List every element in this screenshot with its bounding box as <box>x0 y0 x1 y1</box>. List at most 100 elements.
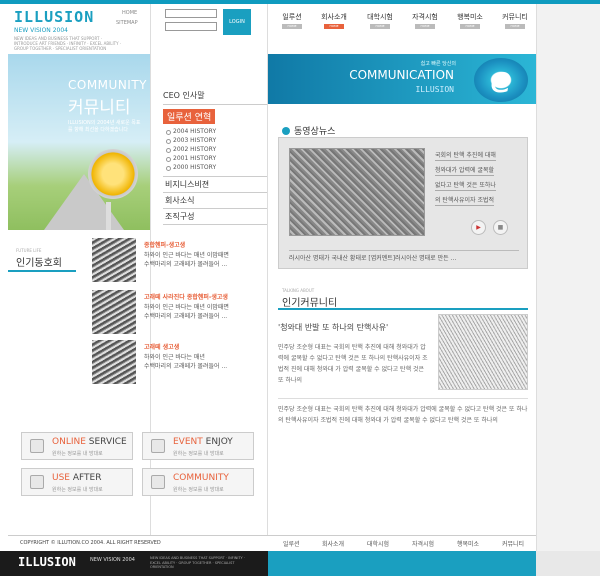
footer-menu-item[interactable]: 행복미소 <box>457 539 479 548</box>
footer-bar-accent <box>268 551 536 576</box>
menu-item-university-exam[interactable]: 대학시험 HOME <box>360 12 400 29</box>
quick-title-a: EVENT <box>173 437 203 447</box>
footer-menu-item[interactable]: 일루션 <box>283 539 300 548</box>
club-summary: 하와이 인근 바다는 매년 이맘때면 수백마리의 고래떼가 몰려들어 ... <box>144 251 264 269</box>
submenu-organization[interactable]: 조직구성 <box>163 208 267 225</box>
club-item[interactable]: 고래떼 사라진다 종합헨퍼-생고생 하와이 인근 바다는 매년 이맘때면 수백마… <box>92 290 262 336</box>
video-news-title: 동영상뉴스 <box>294 127 336 137</box>
bullet-icon <box>282 126 290 135</box>
menu-item-community[interactable]: 커뮤니티 HOME <box>495 12 535 29</box>
menu-label: 회사소개 <box>321 13 347 21</box>
quick-title-b: SERVICE <box>88 437 127 447</box>
footer-menu-item[interactable]: 커뮤니티 <box>502 539 524 548</box>
club-thumbnail <box>92 290 136 334</box>
menu-label: 행복미소 <box>457 13 483 21</box>
history-item[interactable]: 2003 HISTORY <box>163 136 267 145</box>
stop-button[interactable]: ■ <box>493 220 508 235</box>
club-summary-line: 하와이 인근 바다는 매년 이맘때면 <box>144 252 229 259</box>
club-category: 고래떼 사라진다 종합헨퍼-생고생 <box>144 294 228 301</box>
quick-subtitle: 원하는 정보를 내 방대로 <box>52 487 103 493</box>
monitor-icon <box>30 439 44 453</box>
internet-explorer-icon <box>151 475 165 489</box>
news-headline[interactable]: 청와대가 압력에 굴복할 <box>435 165 495 176</box>
menu-item-happy-smile[interactable]: 행복미소 HOME <box>450 12 490 29</box>
club-thumbnail <box>92 238 136 282</box>
menu-label: 일루션 <box>282 13 302 21</box>
menu-item-company[interactable]: 회사소개 HOME <box>314 12 354 29</box>
sitemap-link[interactable]: SITEMAP <box>116 20 138 26</box>
banner-subtitle: 쉽고 빠른 당신의 <box>420 61 456 67</box>
footer-menu-item[interactable]: 회사소개 <box>322 539 344 548</box>
footer-logo-subtitle: NEW VISION 2004 <box>90 557 135 563</box>
community-button[interactable]: COMMUNITY 원하는 정보를 내 방대로 <box>142 468 254 496</box>
quick-title-a: ONLINE <box>52 437 86 447</box>
news-headline[interactable]: 의 탄핵사유이자 조법적 <box>435 195 495 206</box>
quick-subtitle: 원하는 정보를 내 방대로 <box>52 451 103 457</box>
logo-subtitle: NEW VISION 2004 <box>14 27 68 34</box>
right-side-strip <box>536 4 600 551</box>
menu-label: 대학시험 <box>367 13 393 21</box>
news-line-text: 없다고 탄핵 것은 또하나 <box>435 182 496 191</box>
footer-divider <box>8 535 536 536</box>
club-item[interactable]: 고래떼 생고생 하와이 인근 바다는 매년 수백마리의 고래떼가 몰려들어 ..… <box>92 340 262 386</box>
popular-club-title: 인기동호회 <box>16 258 62 269</box>
footer-menu-item[interactable]: 대학시험 <box>367 539 389 548</box>
banner-logo: ILLUSION <box>415 85 454 94</box>
communication-banner[interactable]: 쉽고 빠른 당신의 COMMUNICATION ILLUSION e <box>268 54 536 104</box>
menu-badge: HOME <box>415 24 435 29</box>
submenu-ceo[interactable]: CEO 인사말 <box>163 88 267 105</box>
menu-item-license-exam[interactable]: 자격시험 HOME <box>405 12 445 29</box>
history-item[interactable]: 2004 HISTORY <box>163 127 267 136</box>
history-item[interactable]: 2001 HISTORY <box>163 154 267 163</box>
news-headline[interactable]: 국회의 탄핵 추진에 대해 <box>435 150 496 161</box>
play-button[interactable]: ▶ <box>471 220 486 235</box>
community-post-body: 민주당 조순형 대표는 국회의 탄핵 추진에 대해 청와대가 압력에 굴복할 수… <box>278 344 428 384</box>
club-summary-line: 하와이 인근 바다는 매년 이맘때면 <box>144 304 229 311</box>
history-item[interactable]: 2000 HISTORY <box>163 163 267 172</box>
copyright: COPYRIGHT © ILLUTION.CO 2004. ALL RIGHT … <box>20 540 161 546</box>
menu-badge: HOME <box>505 24 525 29</box>
submenu-company-news[interactable]: 회사소식 <box>163 192 267 208</box>
news-caption[interactable]: 러시아산 명태가 국내산 황태로 [엽커멘트]러시아산 명태로 만든 ... <box>289 250 519 262</box>
sign-graphic <box>88 149 138 199</box>
login-form <box>165 9 217 35</box>
club-summary-line: 수백마리의 고래떼가 몰려들어 ... <box>144 313 228 320</box>
footer-bar-end <box>536 551 600 576</box>
submenu-business-vision[interactable]: 비지니스비젼 <box>163 176 267 192</box>
community-post-headline[interactable]: '청와대 반발 또 하나의 탄핵사유' <box>278 322 388 333</box>
use-after-button[interactable]: USE AFTER 원하는 정보를 내 방대로 <box>21 468 133 496</box>
quick-subtitle: 원하는 정보를 내 방대로 <box>173 487 224 493</box>
news-video-thumbnail[interactable] <box>289 148 425 236</box>
title-underline <box>8 270 76 272</box>
quick-title-a: COMMUNITY <box>173 473 229 483</box>
menu-badge: HOME <box>460 24 480 29</box>
video-news-box: 국회의 탄핵 추진에 대해 청와대가 압력에 굴복할 없다고 탄핵 것은 또하나… <box>278 137 528 269</box>
id-input[interactable] <box>165 9 217 18</box>
menu-item-illusion[interactable]: 일루션 HOME <box>272 12 312 29</box>
footer-tagline: NEW IDEAS AND BUSINESS THAT SUPPORT · IN… <box>150 556 245 569</box>
news-line-text: 국회의 탄핵 추진에 대해 <box>435 152 496 161</box>
history-item[interactable]: 2002 HISTORY <box>163 145 267 154</box>
password-input[interactable] <box>165 22 217 31</box>
community-post-image[interactable] <box>438 314 528 390</box>
event-enjoy-button[interactable]: EVENT ENJOY 원하는 정보를 내 방대로 <box>142 432 254 460</box>
footer-logo: ILLUSION <box>18 555 76 569</box>
home-link[interactable]: HOME <box>122 10 137 16</box>
club-item[interactable]: 종합헨퍼-생고생 하와이 인근 바다는 매년 이맘때면 수백마리의 고래떼가 몰… <box>92 238 262 284</box>
login-button[interactable]: LOGIN <box>223 9 251 35</box>
submenu-history-active[interactable]: 일루션 연혁 <box>163 109 216 124</box>
logo-tagline: NEW IDEAS AND BUSINESS THAT SUPPORT · IN… <box>14 36 122 51</box>
divider <box>278 398 528 399</box>
internet-explorer-icon: e <box>474 58 528 102</box>
popular-community-title: 인기커뮤니티 <box>282 298 338 309</box>
quick-subtitle: 원하는 정보를 내 방대로 <box>173 451 224 457</box>
popular-community-eyebrow: TALKING ABOUT <box>282 288 315 293</box>
club-summary: 하와이 인근 바다는 매년 수백마리의 고래떼가 몰려들어 ... <box>144 353 264 371</box>
club-summary: 하와이 인근 바다는 매년 이맘때면 수백마리의 고래떼가 몰려들어 ... <box>144 303 264 321</box>
online-service-button[interactable]: ONLINE SERVICE 원하는 정보를 내 방대로 <box>21 432 133 460</box>
footer-menu-item[interactable]: 자격시험 <box>412 539 434 548</box>
title-underline <box>278 308 528 310</box>
news-headline[interactable]: 없다고 탄핵 것은 또하나 <box>435 180 496 191</box>
menu-label: 커뮤니티 <box>502 13 528 21</box>
menu-badge: HOME <box>370 24 390 29</box>
